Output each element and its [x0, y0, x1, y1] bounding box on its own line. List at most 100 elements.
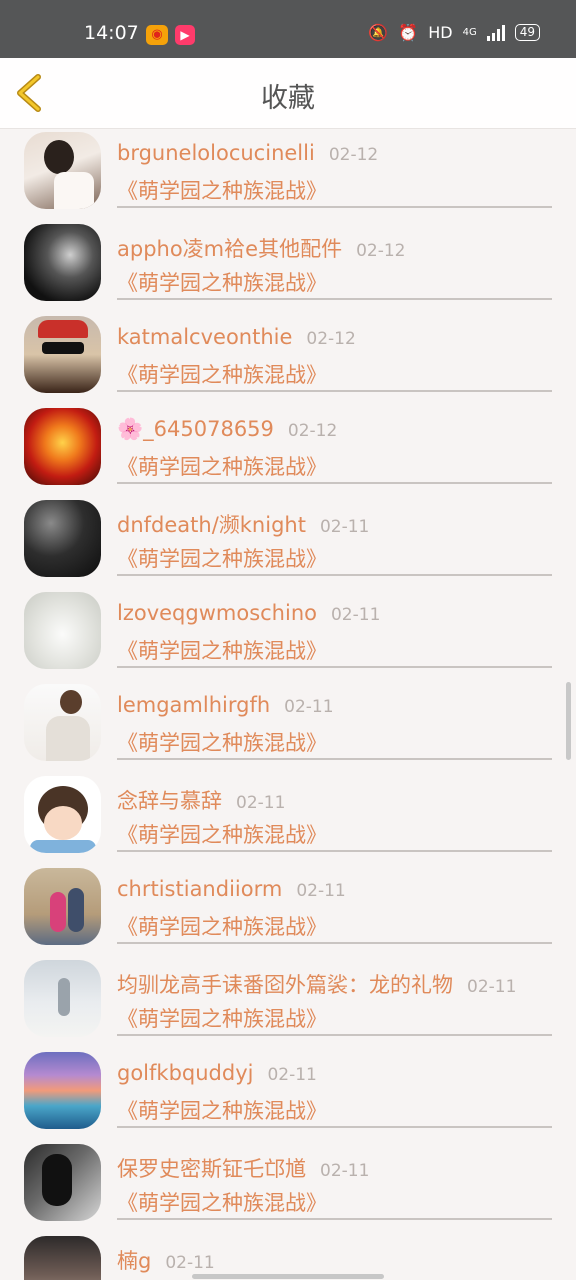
- story-title[interactable]: 《萌学园之种族混战》: [117, 819, 327, 849]
- divider: [117, 390, 552, 392]
- avatar[interactable]: [24, 684, 101, 761]
- user-name[interactable]: 念辞与慕辞: [117, 789, 222, 813]
- item-header: chrtistiandiiorm 02-11: [117, 877, 346, 901]
- divider: [117, 1218, 552, 1220]
- header-bar: 收藏: [0, 58, 576, 129]
- item-date: 02-11: [165, 1253, 215, 1273]
- list-item[interactable]: 🌸_645078659 02-12 《萌学园之种族混战》: [0, 405, 576, 497]
- story-title[interactable]: 《萌学园之种族混战》: [117, 175, 327, 205]
- video-app-notification-icon: ▶: [175, 25, 195, 45]
- divider: [117, 666, 552, 668]
- item-header: golfkbquddyj 02-11: [117, 1061, 317, 1085]
- list-item[interactable]: appho凌m袷e其他配件 02-12 《萌学园之种族混战》: [0, 221, 576, 313]
- divider: [117, 574, 552, 576]
- story-title[interactable]: 《萌学园之种族混战》: [117, 727, 327, 757]
- page-title: 收藏: [261, 83, 315, 114]
- story-title[interactable]: 《萌学园之种族混战》: [117, 635, 327, 665]
- avatar[interactable]: [24, 868, 101, 945]
- list-item[interactable]: dnfdeath/濒knight 02-11 《萌学园之种族混战》: [0, 497, 576, 589]
- avatar[interactable]: [24, 1144, 101, 1221]
- list-item[interactable]: 保罗史密斯钲乇邙馗 02-11 《萌学园之种族混战》: [0, 1141, 576, 1233]
- story-title[interactable]: 《萌学园之种族混战》: [117, 543, 327, 573]
- item-date: 02-11: [320, 1161, 370, 1181]
- alarm-icon: ⏰: [398, 23, 419, 42]
- status-bar: 14:07 ◉ ▶ 🔕 ⏰ HD 4G 49: [0, 0, 576, 58]
- user-name[interactable]: lzoveqgwmoschino: [117, 601, 317, 625]
- avatar[interactable]: [24, 132, 101, 209]
- item-header: dnfdeath/濒knight 02-11: [117, 509, 369, 539]
- item-date: 02-12: [287, 421, 338, 441]
- story-title[interactable]: 《萌学园之种族混战》: [117, 1187, 327, 1217]
- divider: [117, 758, 552, 760]
- item-header: brgunelolocucinelli 02-12: [117, 141, 378, 165]
- avatar[interactable]: [24, 224, 101, 301]
- story-title[interactable]: 《萌学园之种族混战》: [117, 911, 327, 941]
- item-header: 楠g 02-11: [117, 1245, 215, 1275]
- user-name[interactable]: dnfdeath/濒knight: [117, 513, 306, 537]
- story-title[interactable]: 《萌学园之种族混战》: [117, 1095, 327, 1125]
- item-date: 02-12: [306, 329, 356, 349]
- item-date: 02-11: [284, 697, 334, 717]
- list-item[interactable]: brgunelolocucinelli 02-12 《萌学园之种族混战》: [0, 129, 576, 221]
- status-icons: 🔕 ⏰ HD 4G 49: [368, 23, 540, 42]
- story-title[interactable]: 《萌学园之种族混战》: [117, 1003, 327, 1033]
- weibo-notification-icon: ◉: [146, 25, 168, 45]
- hd-label: HD: [428, 23, 453, 42]
- story-title[interactable]: 《萌学园之种族混战》: [117, 359, 327, 389]
- divider: [117, 298, 552, 300]
- item-date: 02-12: [328, 145, 379, 165]
- item-date: 02-11: [330, 605, 381, 625]
- user-name[interactable]: 楠g: [117, 1249, 151, 1273]
- item-header: 🌸_645078659 02-12: [117, 417, 337, 442]
- status-time: 14:07: [84, 22, 139, 44]
- user-name[interactable]: 保罗史密斯钲乇邙馗: [117, 1157, 306, 1181]
- list-item[interactable]: 楠g 02-11: [0, 1233, 576, 1280]
- story-title[interactable]: 《萌学园之种族混战》: [117, 267, 327, 297]
- home-indicator[interactable]: [192, 1274, 384, 1279]
- user-name[interactable]: chrtistiandiiorm: [117, 877, 282, 901]
- item-header: lzoveqgwmoschino 02-11: [117, 601, 380, 625]
- battery-icon: 49: [514, 24, 540, 41]
- avatar[interactable]: [24, 1052, 101, 1129]
- user-name[interactable]: golfkbquddyj: [117, 1061, 253, 1085]
- list-item[interactable]: lemgamlhirgfh 02-11 《萌学园之种族混战》: [0, 681, 576, 773]
- scrollbar[interactable]: [566, 682, 571, 760]
- user-name[interactable]: appho凌m袷e其他配件: [117, 237, 342, 261]
- avatar[interactable]: [24, 408, 101, 485]
- item-header: lemgamlhirgfh 02-11: [117, 693, 334, 717]
- item-date: 02-12: [356, 241, 406, 261]
- divider: [117, 482, 552, 484]
- mute-bell-icon: 🔕: [368, 23, 389, 42]
- network-label: 4G: [462, 27, 477, 38]
- user-name[interactable]: katmalcveonthie: [117, 325, 292, 349]
- favorites-list[interactable]: brgunelolocucinelli 02-12 《萌学园之种族混战》 apph…: [0, 129, 576, 1280]
- avatar[interactable]: [24, 1236, 101, 1280]
- divider: [117, 850, 552, 852]
- avatar[interactable]: [24, 316, 101, 393]
- avatar[interactable]: [24, 592, 101, 669]
- item-header: katmalcveonthie 02-12: [117, 325, 356, 349]
- item-date: 02-11: [236, 793, 286, 813]
- divider: [117, 206, 552, 208]
- user-name[interactable]: brgunelolocucinelli: [117, 141, 315, 165]
- divider: [117, 1034, 552, 1036]
- item-header: appho凌m袷e其他配件 02-12: [117, 233, 405, 263]
- user-name[interactable]: 🌸_645078659: [117, 417, 274, 441]
- item-header: 保罗史密斯钲乇邙馗 02-11: [117, 1153, 369, 1183]
- list-item[interactable]: 均驯龙高手诔番囵外篇裟：龙的礼物 02-11 《萌学园之种族混战》: [0, 957, 576, 1049]
- list-item[interactable]: katmalcveonthie 02-12 《萌学园之种族混战》: [0, 313, 576, 405]
- signal-icon: [486, 24, 505, 41]
- story-title[interactable]: 《萌学园之种族混战》: [117, 451, 327, 481]
- user-name[interactable]: lemgamlhirgfh: [117, 693, 270, 717]
- list-item[interactable]: 念辞与慕辞 02-11 《萌学园之种族混战》: [0, 773, 576, 865]
- avatar[interactable]: [24, 500, 101, 577]
- list-item[interactable]: golfkbquddyj 02-11 《萌学园之种族混战》: [0, 1049, 576, 1141]
- item-header: 均驯龙高手诔番囵外篇裟：龙的礼物 02-11: [117, 969, 516, 999]
- item-date: 02-11: [267, 1065, 317, 1085]
- user-name[interactable]: 均驯龙高手诔番囵外篇裟：龙的礼物: [117, 973, 453, 997]
- avatar[interactable]: [24, 776, 101, 853]
- divider: [117, 942, 552, 944]
- list-item[interactable]: chrtistiandiiorm 02-11 《萌学园之种族混战》: [0, 865, 576, 957]
- avatar[interactable]: [24, 960, 101, 1037]
- list-item[interactable]: lzoveqgwmoschino 02-11 《萌学园之种族混战》: [0, 589, 576, 681]
